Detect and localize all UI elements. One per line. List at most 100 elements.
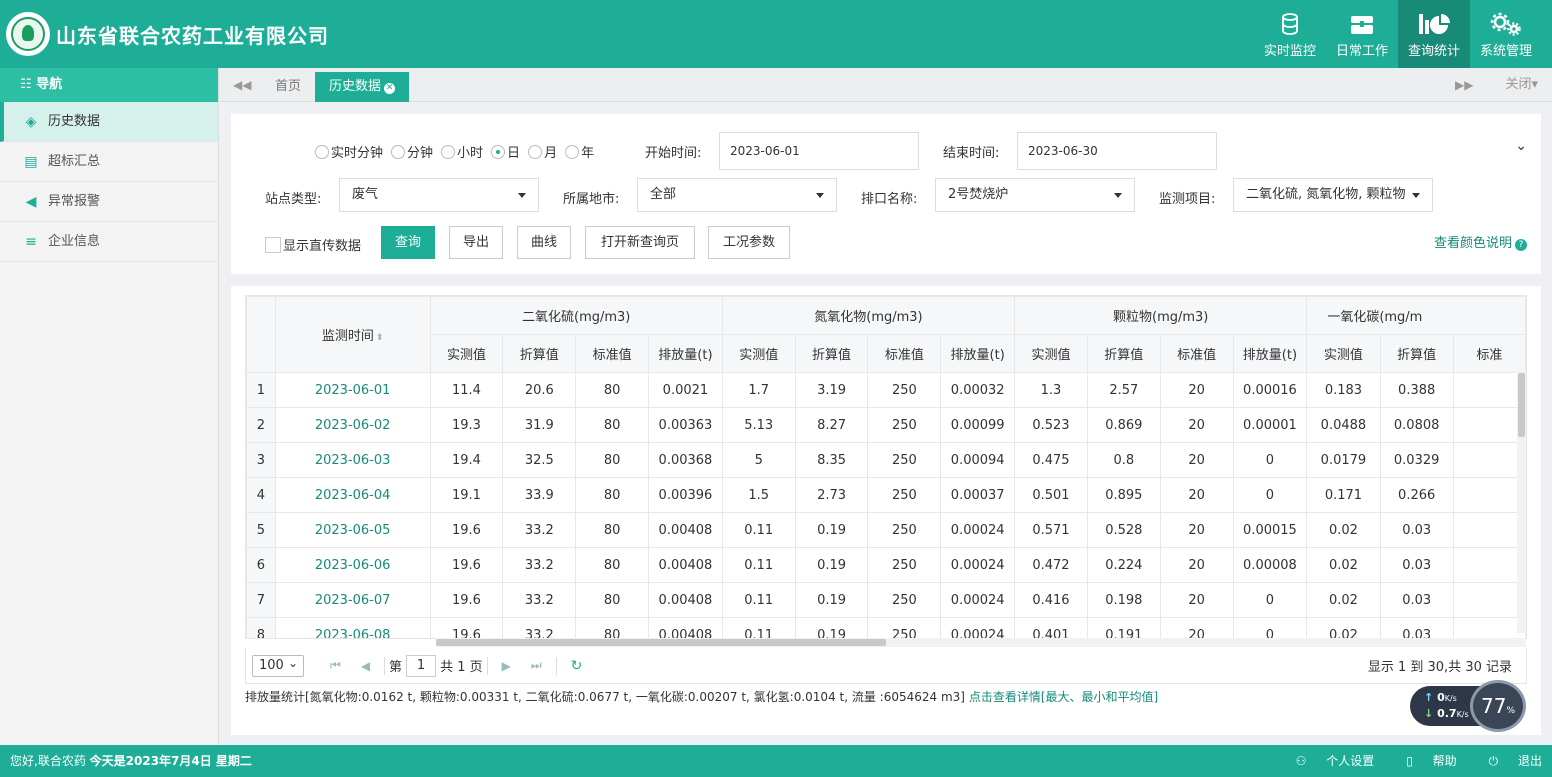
- outlet-label: 排口名称:: [861, 192, 918, 207]
- subheader-cell: 标准: [1452, 334, 1526, 373]
- outlet-select[interactable]: 2号焚烧炉: [935, 178, 1135, 212]
- last-page-icon[interactable]: ⏭: [531, 658, 542, 673]
- table-cell: 8.27: [794, 407, 869, 443]
- collapse-chevron-icon[interactable]: ⌄: [1515, 138, 1527, 154]
- table-cell: 20: [1159, 407, 1234, 443]
- stats-detail-link[interactable]: 点击查看详情[最大、最小和平均值]: [969, 690, 1158, 704]
- nav-system-manage[interactable]: 系统管理: [1470, 0, 1542, 68]
- radio-month[interactable]: 月: [528, 142, 557, 161]
- row-index: 6: [246, 547, 276, 583]
- sidebar-item-company-info[interactable]: ≡ 企业信息: [0, 222, 218, 262]
- radio-realtime-minute[interactable]: 实时分钟: [315, 142, 383, 161]
- caret-down-icon: [1114, 193, 1122, 198]
- pager-info: 显示 1 到 30,共 30 记录: [1367, 660, 1512, 675]
- table-cell: 0.416: [1014, 582, 1088, 618]
- close-tabs-button[interactable]: 关闭▾: [1505, 68, 1538, 102]
- table-row[interactable]: 4 2023-06-04 19.1 33.9 80 0.00396 1.5 2.73 250 0.…: [246, 477, 1526, 513]
- table-cell: 80: [575, 547, 650, 583]
- table-cell: 0.11: [721, 547, 796, 583]
- table-cell: 80: [575, 512, 650, 548]
- query-button[interactable]: 查询: [381, 226, 435, 259]
- city-label: 所属地市:: [563, 192, 620, 207]
- color-help-link[interactable]: 查看颜色说明?: [1434, 232, 1527, 251]
- tab-close-icon[interactable]: ✕: [384, 83, 396, 94]
- open-new-query-button[interactable]: 打开新查询页: [585, 226, 695, 259]
- personal-settings-link[interactable]: ⚇ 个人设置: [1280, 745, 1375, 777]
- page-number-input[interactable]: 1: [406, 654, 437, 677]
- show-raw-data-checkbox[interactable]: 显示直传数据: [265, 235, 361, 254]
- tab-home[interactable]: 首页: [261, 72, 315, 102]
- condition-params-button[interactable]: 工况参数: [708, 226, 790, 259]
- radio-minute[interactable]: 分钟: [391, 142, 433, 161]
- row-date: 2023-06-08: [274, 617, 431, 638]
- table-cell: 0.03: [1379, 582, 1454, 618]
- sidebar-item-history-data[interactable]: ◈ 历史数据: [0, 102, 218, 142]
- table-row[interactable]: 3 2023-06-03 19.4 32.5 80 0.00368 5 8.35 250 0.00…: [246, 442, 1526, 478]
- table-cell: 250: [867, 372, 942, 408]
- radio-hour[interactable]: 小时: [441, 142, 483, 161]
- table-row[interactable]: 1 2023-06-01 11.4 20.6 80 0.0021 1.7 3.19 250 0.0…: [246, 372, 1526, 408]
- curve-button[interactable]: 曲线: [517, 226, 571, 259]
- table-cell: 0.171: [1306, 477, 1381, 513]
- table-row[interactable]: 6 2023-06-06 19.6 33.2 80 0.00408 0.11 0.19 250 0…: [246, 547, 1526, 583]
- monitor-item-select[interactable]: 二氧化硫, 氮氧化物, 颗粒物: [1233, 178, 1433, 212]
- tab-history-data[interactable]: 历史数据 ✕: [315, 72, 410, 102]
- radio-year[interactable]: 年: [565, 142, 594, 161]
- tabs-scroll-left-icon[interactable]: ◀◀: [233, 68, 251, 102]
- table-cell: 0.00099: [940, 407, 1016, 443]
- table-row[interactable]: 2 2023-06-02 19.3 31.9 80 0.00363 5.13 8.27 250 0…: [246, 407, 1526, 443]
- table-cell: 250: [867, 582, 942, 618]
- prev-page-icon[interactable]: ◀: [361, 659, 370, 673]
- table-cell: [1452, 547, 1526, 583]
- radio-day[interactable]: 日: [491, 142, 520, 161]
- tabs-scroll-right-icon[interactable]: ▶▶: [1455, 68, 1473, 102]
- nav-query-stats[interactable]: 查询统计: [1398, 0, 1470, 68]
- caret-down-icon: [518, 193, 526, 198]
- table-cell: 0.00024: [940, 547, 1016, 583]
- table-cell: 0.11: [721, 617, 796, 638]
- nav-realtime-monitor[interactable]: 实时监控: [1254, 0, 1326, 68]
- gears-icon: [1470, 12, 1542, 38]
- row-index: 4: [246, 477, 276, 513]
- start-time-input[interactable]: 2023-06-01: [719, 132, 919, 170]
- end-time-input[interactable]: 2023-06-30: [1017, 132, 1217, 170]
- help-link[interactable]: ▯ 帮助: [1390, 745, 1456, 777]
- table-cell: 0.03: [1379, 617, 1454, 638]
- clipboard-icon: ▤: [24, 153, 38, 170]
- subheader-cell: 排放量(t): [940, 334, 1016, 373]
- table-cell: 250: [867, 477, 942, 513]
- export-button[interactable]: 导出: [449, 226, 503, 259]
- table-cell: 0.00024: [940, 617, 1016, 638]
- chart-icon: [1398, 12, 1470, 38]
- sidebar-item-abnormal-alarm[interactable]: ◀ 异常报警: [0, 182, 218, 222]
- table-cell: 0.02: [1306, 617, 1381, 638]
- refresh-icon[interactable]: ↻: [571, 658, 583, 674]
- page-size-select[interactable]: 100: [252, 653, 304, 677]
- table-cell: [1452, 372, 1526, 408]
- table-row[interactable]: 8 2023-06-08 19.6 33.2 80 0.00408 0.11 0.19 250 0…: [246, 617, 1526, 638]
- time-header[interactable]: 监测时间 ⬍: [274, 296, 431, 373]
- table-cell: 3.19: [794, 372, 869, 408]
- memory-usage-ring[interactable]: 77%: [1470, 680, 1526, 732]
- table-cell: 0.0329: [1379, 442, 1454, 478]
- table-vertical-scrollbar[interactable]: [1517, 371, 1526, 633]
- logout-link[interactable]: ⏻ 退出: [1473, 745, 1542, 777]
- table-row[interactable]: 5 2023-06-05 19.6 33.2 80 0.00408 0.11 0.19 250 0…: [246, 512, 1526, 548]
- top-header: 山东省联合农药工业有限公司 实时监控 日常工作 查询统计 系统管理: [0, 0, 1552, 68]
- first-page-icon[interactable]: ⏮: [330, 658, 341, 673]
- subheader-cell: 标准值: [1159, 334, 1234, 373]
- table-cell: 20: [1159, 477, 1234, 513]
- nav-daily-work[interactable]: 日常工作: [1326, 0, 1398, 68]
- table-cell: 0.523: [1014, 407, 1088, 443]
- next-page-icon[interactable]: ▶: [502, 659, 511, 673]
- site-type-select[interactable]: 废气: [339, 178, 539, 212]
- table-cell: 0.19: [794, 617, 869, 638]
- table-cell: 0.0488: [1306, 407, 1381, 443]
- row-date: 2023-06-05: [274, 512, 431, 548]
- city-select[interactable]: 全部: [637, 178, 837, 212]
- table-cell: 19.6: [429, 617, 504, 638]
- table-row[interactable]: 7 2023-06-07 19.6 33.2 80 0.00408 0.11 0.19 250 0…: [246, 582, 1526, 618]
- table-cell: 0.02: [1306, 582, 1381, 618]
- sidebar-item-exceed-summary[interactable]: ▤ 超标汇总: [0, 142, 218, 182]
- table-horizontal-scrollbar[interactable]: [436, 638, 1526, 647]
